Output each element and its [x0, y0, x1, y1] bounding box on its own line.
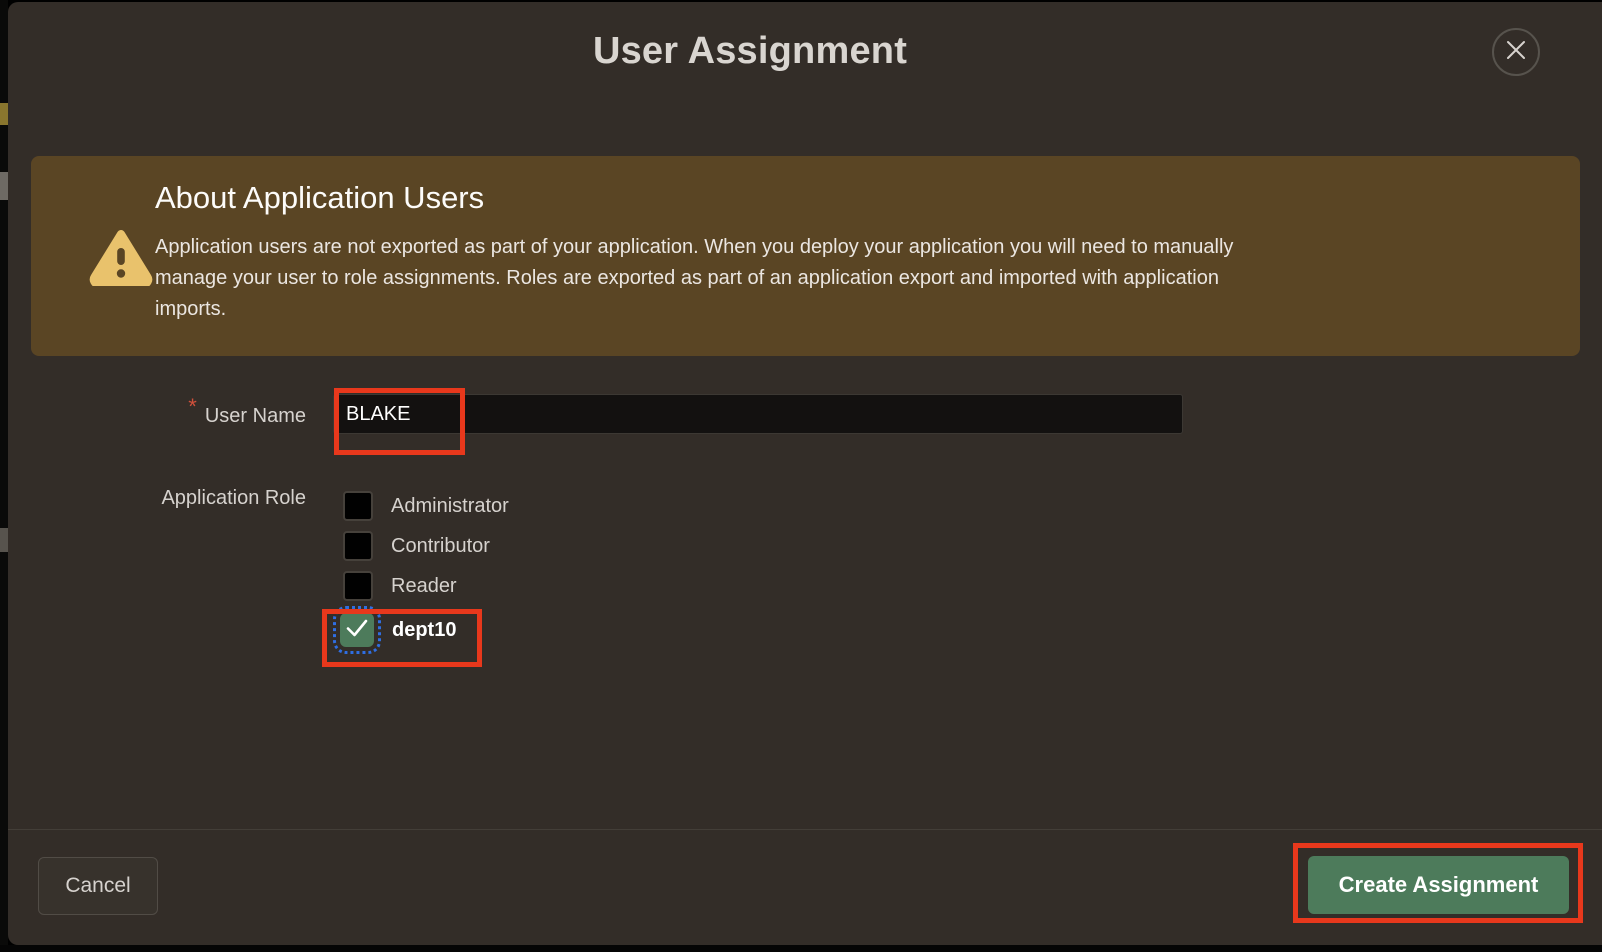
required-marker: * [188, 394, 197, 419]
banner-body-line: Application users are not exported as pa… [155, 232, 1233, 263]
about-application-users-banner: About Application Users Application user… [31, 156, 1580, 356]
role-option-contributor: Contributor [343, 531, 490, 561]
background-fragment [0, 528, 8, 552]
user-name-label-text: User Name [205, 405, 306, 427]
dialog-title: User Assignment [8, 30, 1492, 73]
close-button[interactable] [1492, 28, 1540, 76]
role-option-reader: Reader [343, 571, 457, 601]
administrator-checkbox-label: Administrator [391, 495, 509, 518]
user-name-label: *User Name [8, 400, 306, 431]
dept10-checkbox[interactable] [340, 613, 374, 647]
contributor-checkbox-label: Contributor [391, 535, 490, 558]
contributor-checkbox[interactable] [343, 531, 373, 561]
warning-triangle-icon [87, 226, 155, 291]
background-fragment [0, 103, 8, 125]
role-option-dept10: dept10 [340, 613, 456, 647]
background-page-sliver [0, 0, 8, 952]
banner-heading: About Application Users [155, 180, 484, 216]
dept10-checkbox-label: dept10 [392, 619, 456, 642]
footer-divider [8, 829, 1602, 830]
role-option-administrator: Administrator [343, 491, 509, 521]
background-bottom-sliver [0, 945, 1602, 952]
user-name-input[interactable] [333, 394, 1183, 434]
reader-checkbox[interactable] [343, 571, 373, 601]
background-fragment [0, 172, 8, 200]
cancel-button[interactable]: Cancel [38, 857, 158, 915]
banner-body-line: imports. [155, 294, 1233, 325]
banner-body-line: manage your user to role assignments. Ro… [155, 263, 1233, 294]
checkmark-icon [345, 618, 369, 643]
user-assignment-dialog: User Assignment About Application Users … [8, 2, 1602, 945]
close-icon [1505, 39, 1527, 66]
create-assignment-button[interactable]: Create Assignment [1308, 856, 1569, 914]
reader-checkbox-label: Reader [391, 575, 457, 598]
banner-body: Application users are not exported as pa… [155, 232, 1233, 325]
application-role-label: Application Role [8, 483, 306, 513]
administrator-checkbox[interactable] [343, 491, 373, 521]
